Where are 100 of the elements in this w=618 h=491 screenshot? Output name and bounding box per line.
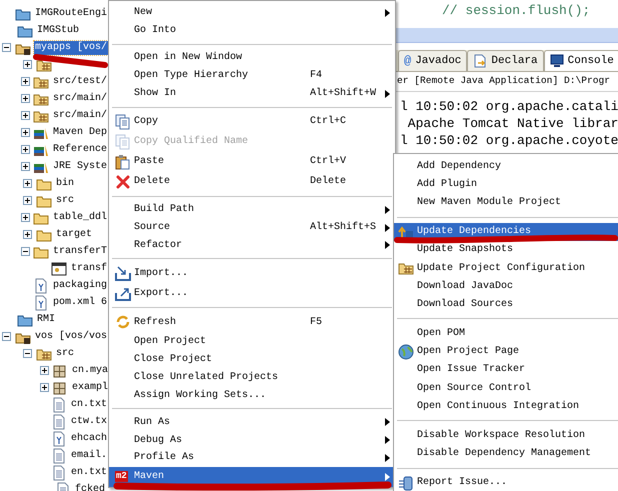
menu-item[interactable]: Import...: [109, 263, 395, 284]
menu-item[interactable]: Refresh F5: [109, 312, 395, 332]
tree-item[interactable]: transf: [70, 262, 108, 276]
tree-item[interactable]: IMGStub: [36, 24, 80, 38]
menu-item[interactable]: Source Alt+Shift+S: [109, 218, 395, 236]
menu-item[interactable]: Go Into: [109, 22, 395, 40]
menu-item[interactable]: Update Project Configuration: [394, 258, 618, 278]
tree-item[interactable]: ehcach: [70, 432, 108, 446]
tree-item[interactable]: src/main/: [52, 108, 108, 122]
tree-item[interactable]: exampl: [71, 380, 108, 394]
menu-item[interactable]: Delete Delete: [109, 172, 395, 192]
menu-item[interactable]: Copy Ctrl+C: [109, 112, 395, 132]
tree-item[interactable]: cn.txt: [70, 398, 108, 412]
menu-item[interactable]: Disable Dependency Management: [394, 444, 618, 463]
tree-item[interactable]: packaging: [52, 278, 108, 292]
shortcut-text: Alt+Shift+W: [310, 88, 376, 100]
text-file-icon: [50, 414, 67, 430]
menu-item[interactable]: Open POM: [394, 324, 618, 343]
tree-item[interactable]: transferT: [52, 244, 108, 258]
shortcut-text: F4: [310, 70, 322, 82]
package-icon: [52, 362, 68, 378]
menu-item[interactable]: New Maven Module Project: [394, 193, 618, 212]
tree-item[interactable]: IMGRouteEngi: [34, 6, 108, 20]
menu-item[interactable]: Disable Workspace Resolution: [394, 426, 618, 445]
tree-item[interactable]: en.txt: [70, 466, 108, 480]
view-tab[interactable]: Declara: [467, 50, 544, 71]
expand-toggle[interactable]: [40, 383, 49, 392]
menu-item[interactable]: Close Unrelated Projects: [109, 368, 395, 386]
tree-item[interactable]: cn.mya: [71, 364, 108, 378]
menu-item[interactable]: Add Plugin: [394, 175, 618, 194]
view-tab[interactable]: Console: [544, 50, 618, 71]
copy-icon: [115, 114, 131, 130]
menu-item[interactable]: Download JavaDoc: [394, 277, 618, 296]
tree-item[interactable]: src: [55, 194, 76, 208]
tree-item[interactable]: vos [vos/vos: [34, 330, 108, 344]
monitor-icon: [550, 54, 564, 68]
menu-item[interactable]: Open Issue Tracker: [394, 360, 618, 380]
collapse-toggle[interactable]: [22, 349, 32, 358]
expand-toggle[interactable]: [40, 366, 49, 375]
menu-item[interactable]: Show In Alt+Shift+W: [109, 84, 395, 103]
expand-toggle[interactable]: [21, 111, 30, 120]
collapse-toggle[interactable]: [21, 247, 30, 256]
text-file-icon: [50, 448, 67, 464]
menu-item[interactable]: Report Issue...: [394, 474, 618, 491]
tree-item[interactable]: RMI: [36, 312, 56, 326]
expand-toggle[interactable]: [21, 128, 30, 137]
expand-toggle[interactable]: [22, 179, 32, 188]
tree-item[interactable]: ctw.tx: [70, 414, 108, 428]
submenu-arrow-icon: [385, 241, 390, 250]
expand-toggle[interactable]: [21, 145, 30, 154]
view-tab[interactable]: @ Javadoc: [398, 50, 468, 71]
expand-toggle[interactable]: [22, 60, 32, 69]
menu-item[interactable]: Open Continuous Integration: [394, 397, 618, 416]
expand-toggle[interactable]: [21, 162, 30, 171]
menu-item[interactable]: Export...: [109, 283, 395, 304]
collapse-toggle[interactable]: [2, 43, 12, 52]
xml-file-icon: [32, 294, 49, 310]
expand-toggle[interactable]: [22, 230, 32, 239]
globe-icon: [398, 344, 414, 360]
xml-file-icon: [50, 430, 67, 446]
at-sign-icon: @: [404, 52, 412, 70]
menu-item[interactable]: Open Source Control: [394, 379, 618, 398]
expand-toggle[interactable]: [21, 77, 30, 86]
menu-item[interactable]: Paste Ctrl+V: [109, 152, 395, 172]
tree-item[interactable]: fcked: [74, 482, 106, 491]
menu-item[interactable]: Open Project: [109, 332, 395, 350]
menu-item[interactable]: Open Project Page: [394, 342, 618, 361]
declaration-icon: [473, 54, 488, 68]
tree-item[interactable]: src/main/: [52, 92, 108, 106]
shortcut-text: Ctrl+C: [310, 116, 346, 128]
collapse-toggle[interactable]: [2, 332, 12, 341]
tree-item[interactable]: table_ddl: [52, 210, 108, 224]
paste-icon: [115, 154, 131, 170]
menu-item[interactable]: Assign Working Sets...: [109, 386, 395, 404]
submenu-arrow-icon: [385, 436, 390, 444]
menu-item[interactable]: Refactor: [109, 236, 395, 254]
tree-item[interactable]: myapps [vos/: [34, 40, 108, 54]
menu-item[interactable]: Profile As: [109, 449, 395, 467]
menu-item[interactable]: New: [109, 4, 395, 22]
tree-item[interactable]: pom.xml 6: [52, 296, 108, 310]
expand-toggle[interactable]: [22, 196, 32, 205]
menu-item[interactable]: Build Path: [109, 200, 395, 219]
menu-item[interactable]: Add Dependency: [394, 157, 618, 176]
tree-item[interactable]: Reference: [52, 142, 108, 156]
menu-item[interactable]: Download Sources: [394, 295, 618, 314]
expand-toggle[interactable]: [21, 94, 30, 103]
menu-item[interactable]: Debug As: [109, 431, 395, 450]
tree-item[interactable]: src/test/: [52, 74, 108, 88]
expand-toggle[interactable]: [21, 213, 30, 222]
menu-item[interactable]: Open Type Hierarchy F4: [109, 66, 395, 85]
console-line: Apache Tomcat Native librar: [406, 115, 618, 132]
menu-item[interactable]: Run As: [109, 413, 395, 432]
tree-item[interactable]: email.: [70, 448, 108, 462]
tree-item[interactable]: Maven Dep: [52, 126, 108, 140]
tree-item[interactable]: target: [55, 228, 94, 242]
tree-item[interactable]: JRE Syste: [52, 160, 108, 174]
tree-item[interactable]: src: [55, 346, 76, 360]
menu-item[interactable]: Close Project: [109, 350, 395, 368]
tree-item[interactable]: bin: [55, 176, 76, 190]
menu-item[interactable]: Open in New Window: [109, 48, 395, 67]
